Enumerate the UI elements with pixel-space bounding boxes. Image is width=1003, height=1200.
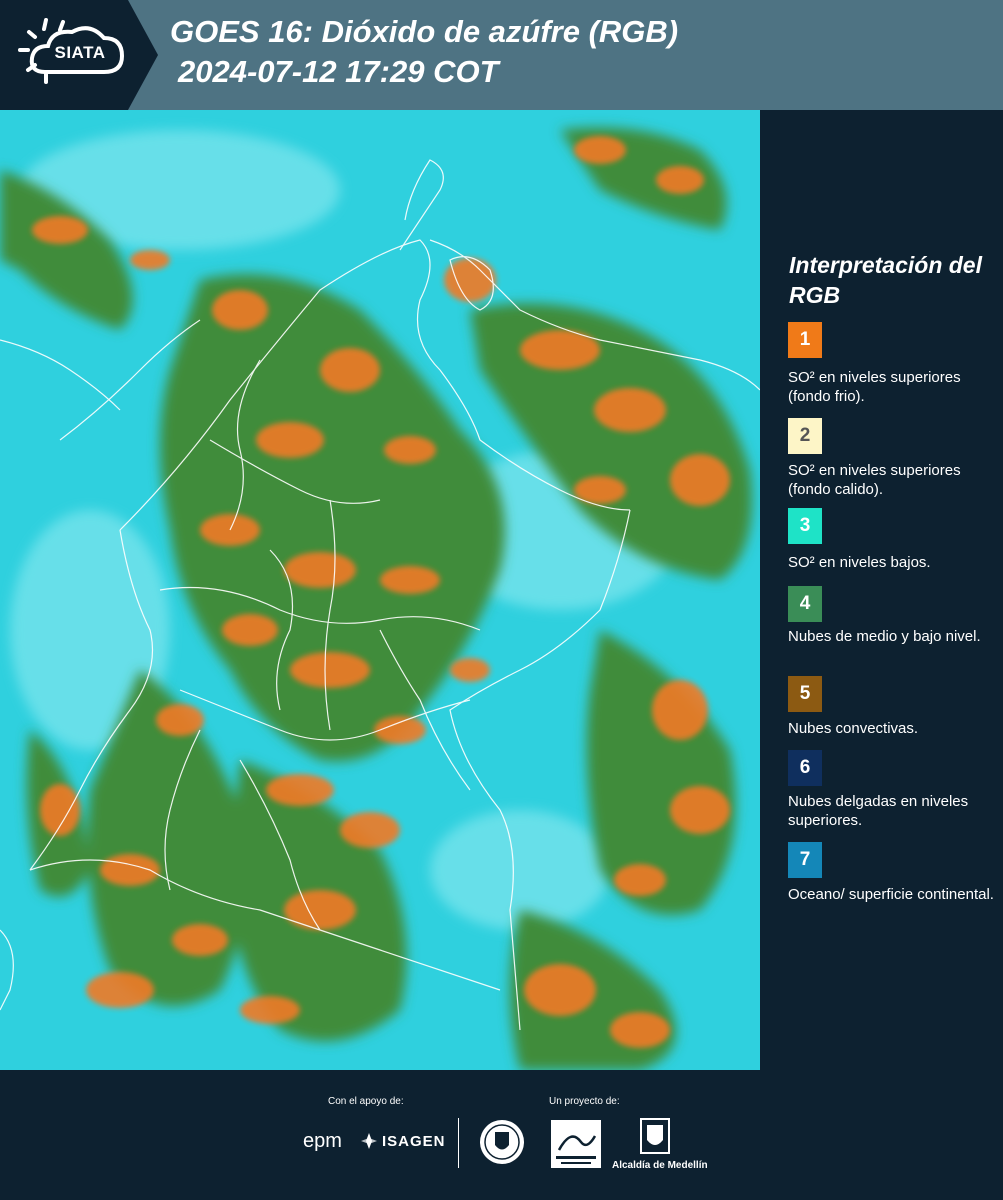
legend-swatch-3: 3 <box>788 508 822 544</box>
legend-swatch-6: 6 <box>788 750 822 786</box>
legend-label-5: Nubes convectivas. <box>788 720 919 737</box>
project-label: Un proyecto de: <box>549 1096 620 1107</box>
isagen-icon <box>361 1133 377 1149</box>
legend-title: Interpretación del RGB <box>789 252 982 308</box>
timestamp: 2024-07-12 17:29 COT <box>178 54 499 89</box>
footer: Con el apoyo de: Un proyecto de: epm ISA… <box>0 1070 1003 1200</box>
footer-divider <box>458 1118 459 1168</box>
legend-swatch-4: 4 <box>788 586 822 622</box>
siata-logo-text: SIATA <box>54 43 106 62</box>
legend-swatch-2: 2 <box>788 418 822 454</box>
isagen-logo: ISAGEN <box>382 1133 446 1150</box>
alcaldia-shield-icon <box>640 1118 670 1154</box>
legend-label-1: SO² en niveles superiores (fondo frio). <box>788 369 961 405</box>
legend-label-6: Nubes delgadas en niveles superiores. <box>788 793 969 829</box>
legend-label-7: Oceano/ superficie continental. <box>788 886 994 903</box>
legend-label-4: Nubes de medio y bajo nivel. <box>788 628 981 645</box>
legend-swatch-1: 1 <box>788 322 822 358</box>
page-title: GOES 16: Dióxido de azúfre (RGB) <box>170 14 679 49</box>
header-bar: SIATA GOES 16: Dióxido de azúfre (RGB) 2… <box>0 0 1003 110</box>
legend-label-3: SO² en niveles bajos. <box>788 554 931 571</box>
satellite-map <box>0 110 760 1070</box>
medellin-seal-icon <box>480 1120 524 1164</box>
legend-swatch-5: 5 <box>788 676 822 712</box>
rgb-legend: Interpretación del RGB 1 SO² en niveles … <box>760 110 1003 1070</box>
support-label: Con el apoyo de: <box>328 1096 404 1107</box>
legend-swatch-7: 7 <box>788 842 822 878</box>
legend-label-2: SO² en niveles superiores (fondo calido)… <box>788 462 961 498</box>
satellite-image <box>0 110 760 1070</box>
alcaldia-label: Alcaldía de Medellín <box>612 1160 708 1171</box>
siata-logo: SIATA <box>0 0 158 110</box>
epm-logo: epm <box>303 1130 342 1152</box>
area-metropolitana-logo <box>551 1120 601 1168</box>
